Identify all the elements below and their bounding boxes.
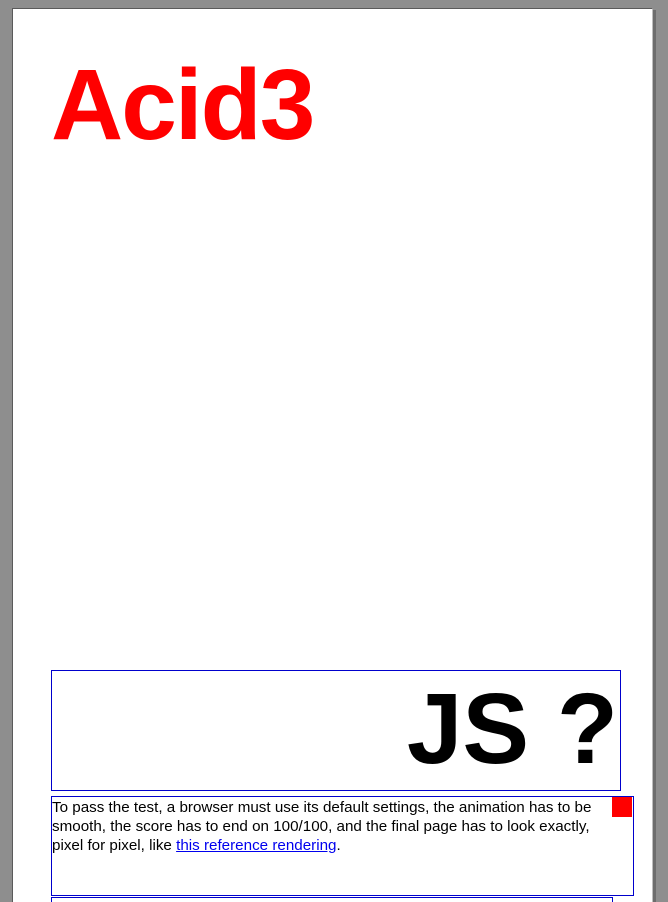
instructions-text: To pass the test, a browser must use its… [52, 798, 608, 855]
score-display: JS ? [406, 673, 618, 785]
instructions-text-after-link: . [336, 837, 341, 854]
score-box: JS ? [51, 670, 621, 791]
page-shadow [653, 10, 656, 902]
document-page: Acid3 JS ? To pass the test, a browser m… [12, 8, 653, 902]
window-top-edge [0, 0, 668, 8]
page-title: Acid3 [51, 49, 315, 161]
browser-viewport: Acid3 JS ? To pass the test, a browser m… [0, 0, 668, 902]
reference-rendering-link[interactable]: this reference rendering [176, 837, 336, 854]
instructions-box: To pass the test, a browser must use its… [51, 796, 634, 896]
bottom-test-box [51, 897, 613, 902]
red-square-marker [612, 797, 632, 817]
